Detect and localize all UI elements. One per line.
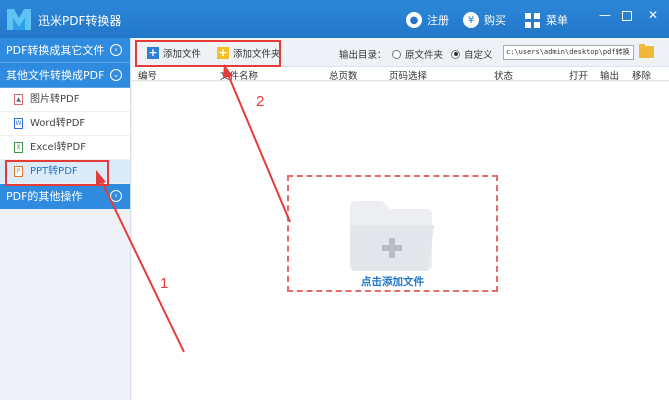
column-header-pages: 总页数 — [329, 71, 358, 82]
title-bar: 迅米PDF转换器 ● 注册 ¥ 购买 菜单 — ✕ — [0, 0, 669, 38]
browse-folder-icon[interactable] — [639, 44, 654, 58]
sidebar-item-image-to-pdf[interactable]: ▲ 图片转PDF — [0, 88, 130, 112]
chevron-right-icon: › — [110, 44, 122, 56]
annotation-box-ppt — [5, 160, 109, 186]
column-header-filename: 文件名称 — [220, 71, 259, 82]
annotation-box-add-file — [135, 40, 281, 67]
column-header-open: 打开 — [569, 71, 589, 82]
column-header-page-select: 页码选择 — [389, 71, 428, 82]
sidebar-section-pdf-to-other[interactable]: PDF转换成其它文件 › — [0, 38, 130, 63]
register-label: 注册 — [427, 14, 449, 27]
sidebar: PDF转换成其它文件 › 其他文件转换成PDF ⌄ ▲ 图片转PDF W Wor… — [0, 38, 131, 400]
radio-selected-icon — [451, 49, 460, 59]
image-file-icon: ▲ — [14, 94, 23, 105]
folder-add-icon — [350, 201, 434, 271]
annotation-number-1: 1 — [160, 275, 169, 292]
app-logo-icon — [7, 9, 31, 30]
radio-original-folder[interactable]: 原文件夹 — [392, 47, 443, 61]
app-title: 迅米PDF转换器 — [38, 14, 122, 28]
column-header-remove: 移除 — [632, 71, 652, 82]
sidebar-item-label: 图片转PDF — [30, 94, 80, 105]
user-icon: ● — [406, 12, 422, 28]
column-header-number: 编号 — [138, 71, 158, 82]
menu-label: 菜单 — [546, 14, 568, 27]
annotation-number-2: 2 — [256, 93, 265, 110]
file-table-header: 编号 文件名称 总页数 页码选择 状态 打开 输出 移除 — [132, 67, 669, 82]
buy-label: 购买 — [484, 14, 506, 27]
sidebar-item-label: Word转PDF — [30, 118, 86, 129]
word-file-icon: W — [14, 118, 23, 129]
column-header-output: 输出 — [600, 71, 620, 82]
menu-button[interactable]: 菜单 — [525, 10, 568, 30]
sidebar-section-label: PDF的其他操作 — [6, 190, 83, 203]
grid-menu-icon — [525, 12, 540, 28]
register-button[interactable]: ● 注册 — [406, 10, 449, 30]
minimize-icon[interactable]: — — [598, 8, 612, 22]
buy-button[interactable]: ¥ 购买 — [463, 10, 506, 30]
radio-label: 原文件夹 — [405, 50, 444, 61]
maximize-icon[interactable] — [622, 11, 632, 21]
sidebar-section-pdf-other-ops[interactable]: PDF的其他操作 › — [0, 184, 130, 209]
dropzone-label: 点击添加文件 — [361, 276, 424, 288]
chevron-down-icon: ⌄ — [110, 69, 122, 81]
sidebar-section-label: 其他文件转换成PDF — [6, 69, 105, 82]
excel-file-icon: X — [14, 142, 23, 153]
add-file-dropzone[interactable]: 点击添加文件 — [287, 175, 498, 292]
radio-icon — [392, 49, 401, 59]
sidebar-section-other-to-pdf[interactable]: 其他文件转换成PDF ⌄ — [0, 63, 130, 88]
close-icon[interactable]: ✕ — [646, 8, 660, 22]
sidebar-section-label: PDF转换成其它文件 — [6, 44, 105, 57]
radio-custom-folder[interactable]: 自定义 — [451, 47, 493, 61]
chevron-right-icon: › — [110, 190, 122, 202]
radio-label: 自定义 — [464, 50, 493, 61]
sidebar-item-word-to-pdf[interactable]: W Word转PDF — [0, 112, 130, 136]
file-list-area: 点击添加文件 — [132, 82, 669, 400]
output-path-input[interactable]: c:\users\admin\desktop\pdf转换 — [503, 45, 634, 60]
output-dir-label: 输出目录： — [339, 50, 387, 61]
column-header-status: 状态 — [494, 71, 514, 82]
sidebar-item-excel-to-pdf[interactable]: X Excel转PDF — [0, 136, 130, 160]
sidebar-item-label: Excel转PDF — [30, 142, 86, 153]
yen-icon: ¥ — [463, 12, 479, 28]
